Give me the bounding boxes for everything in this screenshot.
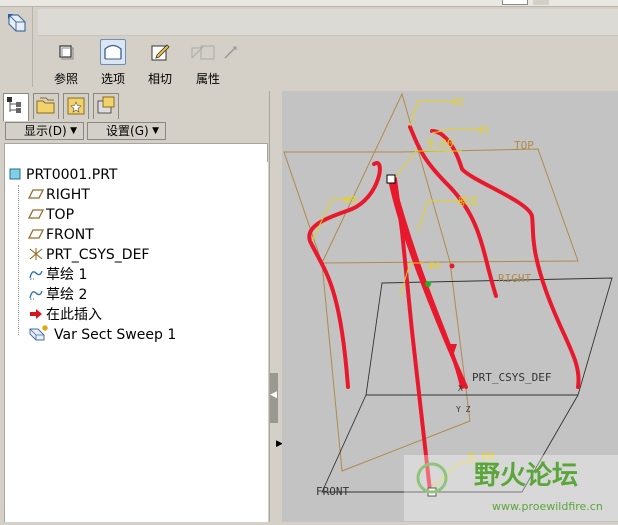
tree-item-label: RIGHT — [46, 187, 90, 203]
folder-icon — [36, 97, 55, 114]
model-tree-icon — [7, 97, 21, 113]
reference-icon — [56, 42, 76, 62]
sweep-feature-icon[interactable] — [6, 12, 28, 34]
part-icon — [8, 167, 24, 181]
settings-button[interactable]: 设置(G) ▼ — [87, 122, 166, 140]
tab-connections[interactable] — [93, 93, 119, 119]
tab-tangency-label: 相切 — [147, 72, 172, 86]
model-view-svg: #2 #1 #3 原点 #4 0.00 0.00 TOP RIGHT FRONT… — [283, 92, 618, 521]
panel-splitter[interactable] — [269, 91, 282, 522]
insert-here-arrow-icon — [28, 307, 44, 321]
top-input-field[interactable] — [502, 0, 528, 5]
tree-item-label: 草绘 2 — [46, 287, 88, 303]
tree-item-label: FRONT — [46, 227, 94, 243]
options-icon — [100, 39, 126, 65]
right-plane-label: RIGHT — [498, 272, 531, 285]
tangency-icon — [150, 42, 170, 62]
dimension-leaders — [311, 100, 494, 490]
connections-icon — [97, 96, 115, 114]
tree-item-var-sect-sweep[interactable]: Var Sect Sweep 1 — [28, 325, 176, 345]
navigator-tabs — [3, 93, 133, 121]
chain-2-curve — [408, 125, 498, 298]
tree-item-front[interactable]: FRONT — [27, 225, 94, 245]
collapse-left-icon[interactable]: ◀ — [270, 390, 277, 400]
tree-header-area — [4, 143, 268, 163]
tree-item-insert-here[interactable]: 在此插入 — [28, 305, 102, 325]
chain2-label: #2 — [452, 97, 464, 108]
tree-item-sketch1[interactable]: 草绘 1 — [28, 265, 87, 285]
datum-plane-icon — [27, 207, 45, 221]
favorites-icon — [67, 97, 85, 115]
csys-icon — [28, 247, 44, 261]
tab-reference-label: 参照 — [53, 72, 78, 86]
graphics-window[interactable]: #2 #1 #3 原点 #4 0.00 0.00 TOP RIGHT FRONT… — [282, 91, 618, 522]
chain3-label: #3 — [344, 195, 356, 206]
watermark-title: 野火论坛 — [474, 461, 578, 491]
top-arrow-button[interactable] — [533, 0, 549, 5]
tab-reference[interactable]: 参照 — [46, 42, 86, 87]
tree-button-row: 显示(D) ▼ 设置(G) ▼ — [4, 121, 268, 143]
dashboard-tabs: 参照 选项 相切 属性 — [38, 36, 618, 91]
dim-top-label: 0.00 — [427, 137, 454, 150]
tree-item-csys[interactable]: PRT_CSYS_DEF — [28, 245, 149, 265]
watermark-url: www.proewildfire.cn — [492, 500, 603, 513]
show-button-key: (D) — [48, 124, 67, 138]
tree-root[interactable]: PRT0001.PRT — [8, 165, 118, 185]
show-button-label: 显示 — [24, 124, 49, 138]
green-point-marker — [425, 281, 431, 287]
csys-label: PRT_CSYS_DEF — [472, 371, 551, 384]
properties-icon — [198, 42, 218, 62]
settings-button-key: (G) — [130, 124, 149, 138]
tree-root-label: PRT0001.PRT — [26, 167, 118, 183]
tab-favorites[interactable] — [63, 93, 89, 119]
chevron-down-icon: ▼ — [152, 126, 159, 136]
tab-properties-label: 属性 — [195, 72, 220, 86]
csys-yz-label: Y Z — [456, 405, 471, 414]
tree-item-label: PRT_CSYS_DEF — [46, 247, 150, 263]
pencil-icon — [221, 42, 241, 65]
trajectory-curves — [307, 125, 581, 493]
csys-x-label: X — [458, 384, 463, 393]
chain1-label: #1 — [478, 125, 490, 136]
var-sect-sweep-icon — [28, 325, 52, 341]
front-plane-label: FRONT — [316, 485, 349, 498]
show-button[interactable]: 显示(D) ▼ — [5, 122, 84, 140]
chevron-down-icon: ▼ — [70, 126, 77, 136]
start-point-handle — [386, 174, 396, 184]
tree-item-sketch2[interactable]: 草绘 2 — [28, 285, 87, 305]
tree-item-label: Var Sect Sweep 1 — [54, 327, 177, 343]
tree-item-label: TOP — [46, 207, 75, 223]
datum-plane-icon — [27, 227, 45, 241]
origin-label: 原点 — [458, 196, 478, 208]
tree-connector-lines — [18, 185, 21, 335]
tab-options[interactable]: 选项 — [93, 39, 133, 87]
settings-button-label: 设置 — [106, 124, 131, 138]
dashboard-message-bar — [38, 9, 618, 36]
sketch-icon — [28, 267, 44, 281]
top-plane-label: TOP — [514, 139, 534, 152]
tree-item-label: 在此插入 — [46, 307, 102, 323]
point-marker — [449, 263, 455, 269]
tree-item-label: 草绘 1 — [46, 267, 88, 283]
tab-model-tree[interactable] — [3, 93, 29, 121]
tree-item-right[interactable]: RIGHT — [27, 185, 90, 205]
datum-plane-icon — [27, 187, 45, 201]
sketch-icon — [28, 287, 44, 301]
tab-tangency[interactable]: 相切 — [140, 42, 180, 87]
watermark: 野火论坛 www.proewildfire.cn — [404, 455, 618, 521]
chain4-label: #4 — [428, 261, 440, 272]
tree-item-top[interactable]: TOP — [27, 205, 75, 225]
tab-folder-browser[interactable] — [33, 93, 59, 119]
tab-options-label: 选项 — [100, 72, 125, 86]
